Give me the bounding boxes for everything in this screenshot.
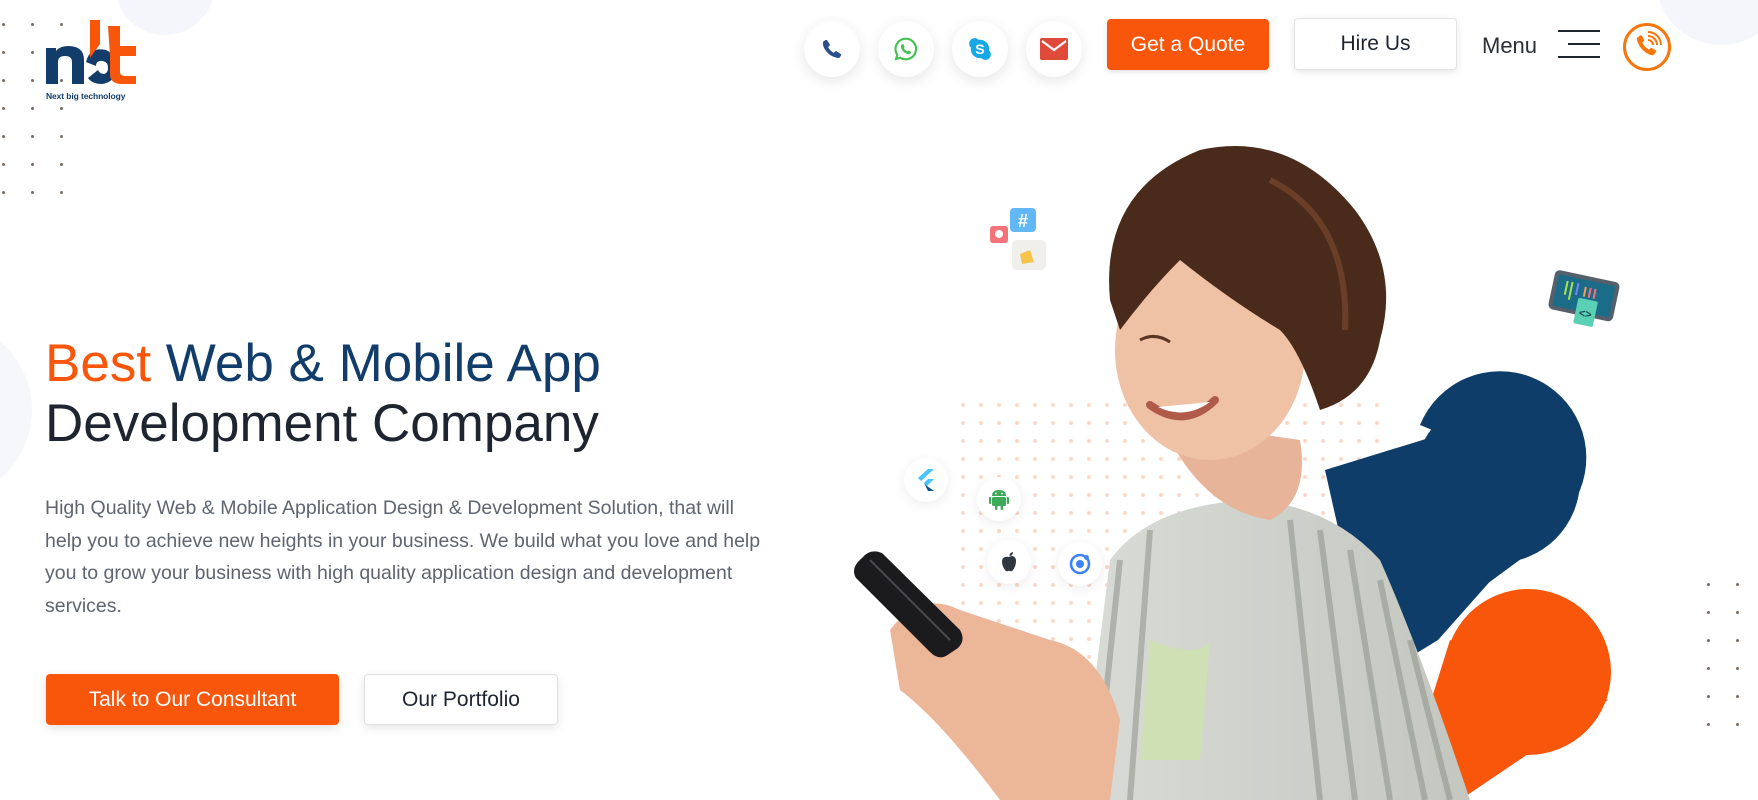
nbt-logo-icon <box>46 20 136 84</box>
apple-icon <box>1002 552 1016 572</box>
skype-icon: S <box>969 38 991 60</box>
navy-pill-shape <box>1325 409 1584 670</box>
hero-title-accent: Best <box>45 334 152 393</box>
hero-title: Best Web & Mobile App Development Compan… <box>45 334 601 454</box>
ionic-badge <box>1058 542 1102 586</box>
code-tablet-icon: <> <box>1548 270 1620 327</box>
whatsapp-icon <box>894 37 918 61</box>
android-icon <box>989 490 1009 510</box>
email-button[interactable] <box>1026 21 1082 77</box>
phone-button[interactable] <box>804 21 860 77</box>
flutter-badge <box>904 458 948 502</box>
svg-text:<>: <> <box>1578 307 1593 321</box>
logo-tagline: Next big technology <box>46 91 126 101</box>
talk-to-consultant-button[interactable]: Talk to Our Consultant <box>46 674 339 725</box>
phone-icon <box>822 39 842 59</box>
ionic-icon <box>1069 553 1091 575</box>
social-media-icons-cluster: # <box>990 208 1046 270</box>
whatsapp-button[interactable] <box>878 21 934 77</box>
call-ring-icon[interactable] <box>1622 22 1672 72</box>
apple-badge <box>987 540 1031 584</box>
svg-text:#: # <box>1018 211 1028 231</box>
skype-button[interactable]: S <box>952 21 1008 77</box>
hero-title-highlight: Web & Mobile App <box>165 334 601 393</box>
android-badge <box>977 477 1021 521</box>
hero-title-line2: Development Company <box>45 394 599 453</box>
email-icon <box>1040 38 1068 60</box>
svg-text:S: S <box>975 41 984 57</box>
decorative-dot-grid <box>1707 583 1739 726</box>
dot-pattern <box>950 400 1390 660</box>
menu-label[interactable]: Menu <box>1482 33 1537 59</box>
hamburger-menu-icon[interactable] <box>1558 30 1600 58</box>
flutter-icon <box>918 469 934 491</box>
background-blob <box>0 320 32 500</box>
orange-pill-shape <box>1445 589 1611 755</box>
hero-description: High Quality Web & Mobile Application De… <box>45 497 761 617</box>
get-a-quote-button[interactable]: Get a Quote <box>1107 19 1269 70</box>
our-portfolio-button[interactable]: Our Portfolio <box>364 674 558 725</box>
hire-us-button[interactable]: Hire Us <box>1294 18 1457 70</box>
